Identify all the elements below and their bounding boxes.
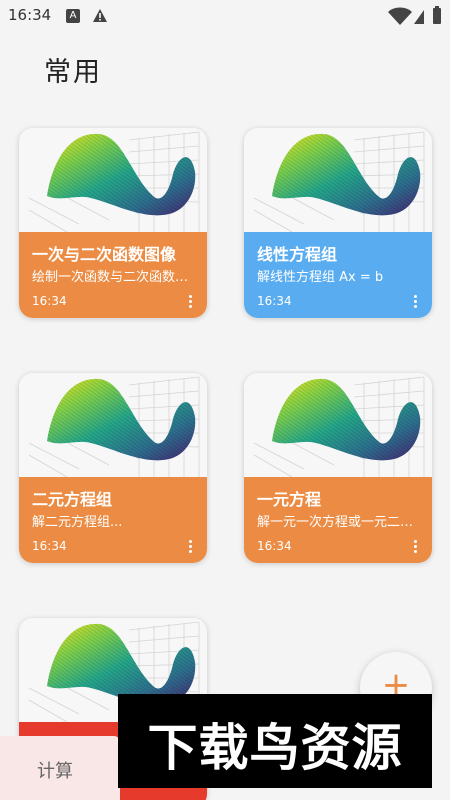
card-subtitle: 解二元方程组... xyxy=(32,515,123,530)
card-footer: 一元方程 解一元一次方程或一元二次方程 16:34 xyxy=(244,477,432,563)
card-footer: 二元方程组 解二元方程组... 16:34 xyxy=(19,477,207,563)
warning-icon xyxy=(93,9,107,22)
card-linear-quadratic-graph[interactable]: 一次与二次函数图像 绘制一次函数与二次函数图像 16:34 xyxy=(19,128,207,318)
wifi-signal-icon xyxy=(388,7,424,25)
page-title: 常用 xyxy=(44,57,102,88)
more-vertical-icon[interactable] xyxy=(187,295,193,311)
watermark-banner: 下载鸟资源 xyxy=(118,694,432,788)
watermark-text: 下载鸟资源 xyxy=(147,719,403,777)
card-subtitle: 绘制一次函数与二次函数图像 xyxy=(32,270,200,285)
card-linear-system[interactable]: 线性方程组 解线性方程组 Ax = b 16:34 xyxy=(244,128,432,318)
bottom-nav-tab-calculate[interactable]: 计算 xyxy=(0,736,120,800)
more-vertical-icon[interactable] xyxy=(412,540,418,556)
card-time: 16:34 xyxy=(257,294,292,308)
card-title: 一元方程 xyxy=(257,490,322,509)
bottom-nav-label: 计算 xyxy=(37,761,73,782)
card-single-variable-equation[interactable]: 一元方程 解一元一次方程或一元二次方程 16:34 xyxy=(244,373,432,563)
more-vertical-icon[interactable] xyxy=(187,540,193,556)
card-time: 16:34 xyxy=(257,539,292,553)
surface-plot-thumbnail xyxy=(19,128,207,236)
card-time: 16:34 xyxy=(32,539,67,553)
card-footer: 线性方程组 解线性方程组 Ax = b 16:34 xyxy=(244,232,432,318)
card-footer: 一次与二次函数图像 绘制一次函数与二次函数图像 16:34 xyxy=(19,232,207,318)
card-title: 线性方程组 xyxy=(257,245,338,264)
card-title: 二元方程组 xyxy=(32,490,113,509)
app-notification-icon: A xyxy=(66,9,80,23)
card-title: 一次与二次函数图像 xyxy=(32,245,177,264)
more-vertical-icon[interactable] xyxy=(412,295,418,311)
card-time: 16:34 xyxy=(32,294,67,308)
status-bar: 16:34 A xyxy=(0,0,450,32)
surface-plot-thumbnail xyxy=(244,128,432,236)
card-subtitle: 解一元一次方程或一元二次方程 xyxy=(257,515,425,530)
card-two-variable-system[interactable]: 二元方程组 解二元方程组... 16:34 xyxy=(19,373,207,563)
status-time: 16:34 xyxy=(8,6,52,24)
surface-plot-thumbnail xyxy=(19,373,207,481)
card-subtitle: 解线性方程组 Ax = b xyxy=(257,270,384,285)
battery-icon xyxy=(433,6,441,24)
surface-plot-thumbnail xyxy=(244,373,432,481)
